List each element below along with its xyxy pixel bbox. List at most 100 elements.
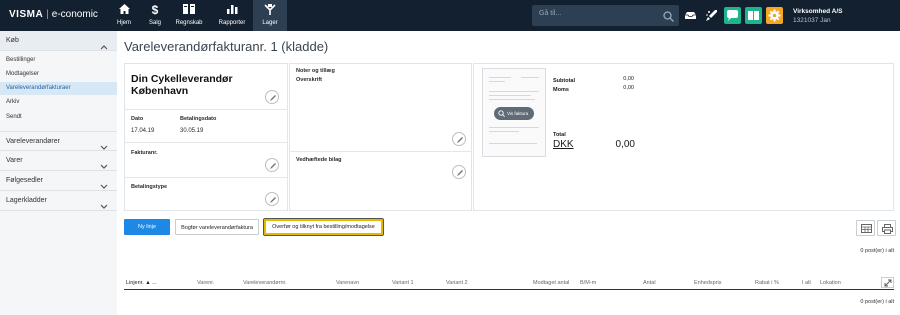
thumb-line <box>489 91 539 92</box>
column-header-modtaget-antal[interactable]: Modtaget antal <box>533 280 569 286</box>
edit-betalingstype-button[interactable] <box>265 192 279 206</box>
column-header-vareleverandornr[interactable]: Vareleverandørnr. <box>243 280 287 286</box>
total-value: 0,00 <box>615 139 635 150</box>
sidebar-item-vareleverandorfakturaer[interactable]: Vareleverandørfakturaer <box>0 82 117 95</box>
sidebar-item-sendt[interactable]: Sendt <box>0 111 117 124</box>
row-count-bottom: 0 post(er) i alt <box>860 299 894 305</box>
column-header-varenr[interactable]: Varenr. <box>197 280 214 286</box>
sidebar-section-vareleverandorer[interactable]: Vareleverandører <box>0 131 117 151</box>
sidebar-section-lagerkladder[interactable]: Lagerkladder <box>0 191 117 211</box>
column-header-antal[interactable]: Antal <box>643 280 656 286</box>
expand-table-button[interactable] <box>881 277 894 288</box>
thumb-line <box>489 99 535 100</box>
betalingstype-label: Betalingstype <box>131 184 168 190</box>
column-header-linjenr[interactable]: Linjenr. ▲ ... <box>126 280 157 286</box>
column-header-variant2[interactable]: Variant 2 <box>446 280 468 286</box>
vis-faktura-label: Vis faktura <box>507 111 529 116</box>
chat-button[interactable] <box>724 7 741 24</box>
visma-logo[interactable]: VISMA | e-conomic <box>9 9 98 20</box>
sidebar-section-label: Lagerkladder <box>6 197 47 204</box>
chevron-down-icon <box>100 197 108 215</box>
nav-rapporter[interactable]: Rapporter <box>215 0 249 31</box>
moms-label: Moms <box>553 87 569 93</box>
betalingsdato-label: Betalingsdato <box>180 116 217 122</box>
thumb-line <box>489 81 505 82</box>
betalingsdato-value: 30.05.19 <box>180 128 204 134</box>
print-button[interactable] <box>877 220 896 236</box>
total-label: Total <box>553 132 566 138</box>
column-header-lokation[interactable]: Lokation <box>820 280 841 286</box>
nav-hjem[interactable]: Hjem <box>107 0 141 31</box>
edit-attachments-button[interactable] <box>452 165 466 179</box>
divider <box>124 177 288 178</box>
subtotal-label: Subtotal <box>553 78 575 84</box>
thumb-line <box>489 127 539 128</box>
book-invoice-button[interactable]: Bogfør vareleverandørfaktura <box>175 219 259 235</box>
column-header-bm-m[interactable]: B/M-m <box>580 280 596 286</box>
sidebar-item-modtagelser[interactable]: Modtagelser <box>0 68 117 81</box>
sidebar-section-folgesedler[interactable]: Følgesedler <box>0 171 117 191</box>
nav-label: Salg <box>148 20 161 26</box>
transfer-link-button[interactable]: Overfør og tilknyt fra bestilling/modtag… <box>263 218 384 236</box>
home-icon <box>107 0 141 19</box>
printer-icon <box>882 224 893 234</box>
supplier-name: Din Cykelleverandør København <box>131 73 233 97</box>
edit-fakturanr-button[interactable] <box>265 158 279 172</box>
nav-label: Rapporter <box>218 20 246 26</box>
chevron-up-icon <box>100 37 108 55</box>
column-header-variant1[interactable]: Variant 1 <box>392 280 414 286</box>
edit-notes-button[interactable] <box>452 132 466 146</box>
search-icon[interactable] <box>663 9 674 27</box>
nav-regnskab[interactable]: Regnskab <box>172 0 206 31</box>
sidebar-item-bestillinger[interactable]: Bestillinger <box>0 54 117 67</box>
subtotal-value: 0,00 <box>623 76 634 82</box>
sidebar-section-label: Vareleverandører <box>6 138 60 145</box>
help-book-button[interactable] <box>745 7 762 24</box>
thumb-line <box>489 95 531 96</box>
search-input[interactable]: Gå til... <box>532 5 679 26</box>
table-view-button[interactable] <box>856 220 875 236</box>
vis-faktura-button[interactable]: Vis faktura <box>494 107 534 120</box>
column-header-varenavn[interactable]: Varenavn <box>336 280 359 286</box>
moms-value: 0,00 <box>623 85 634 91</box>
pencil-icon <box>457 137 463 143</box>
divider <box>124 109 288 110</box>
vedhaeftede-label: Vedhæftede bilag <box>296 157 342 163</box>
company-menu[interactable]: Virksomhed A/S 1321037 Jan <box>793 7 843 25</box>
edit-supplier-button[interactable] <box>265 90 279 104</box>
expand-icon <box>884 279 892 287</box>
fakturanr-label: Fakturanr. <box>131 150 158 156</box>
pencil-icon <box>457 170 463 176</box>
sidebar-item-arkiv[interactable]: Arkiv <box>0 96 117 109</box>
inbox-icon <box>685 12 696 19</box>
inbox-button[interactable] <box>682 7 699 24</box>
currency-link[interactable]: DKK <box>553 139 574 150</box>
grid-icon <box>861 224 872 233</box>
sidebar-section-varer[interactable]: Varer <box>0 151 117 171</box>
sidebar-section-label: Følgesedler <box>6 177 43 184</box>
rocket-button[interactable] <box>703 7 720 24</box>
thumb-line <box>489 77 511 78</box>
new-line-button[interactable]: Ny linje <box>124 219 170 235</box>
chat-icon <box>727 10 738 21</box>
rocket-icon <box>706 10 717 21</box>
sidebar: Køb Bestillinger Modtagelser Vareleveran… <box>0 31 117 315</box>
nav-label: Hjem <box>116 20 131 26</box>
search-placeholder: Gå til... <box>539 10 562 17</box>
magnifier-icon <box>498 110 505 117</box>
column-header-enhedspris[interactable]: Enhedspris <box>694 280 722 286</box>
brand-name: VISMA <box>9 9 44 20</box>
settings-button[interactable] <box>766 7 783 24</box>
book-icon <box>748 11 759 20</box>
gear-icon <box>768 9 781 22</box>
overskrift-label: Overskrift <box>296 77 322 83</box>
column-header-i-alt[interactable]: I alt <box>802 280 811 286</box>
thumb-line <box>489 143 537 144</box>
company-user: 1321037 Jan <box>793 17 831 24</box>
nav-salg[interactable]: $ Salg <box>138 0 172 31</box>
nav-label: Regnskab <box>175 20 203 26</box>
dato-value: 17.04.19 <box>131 128 155 134</box>
nav-lager[interactable]: Lager <box>253 0 287 31</box>
sidebar-section-kob[interactable]: Køb <box>0 31 117 51</box>
column-header-rabat[interactable]: Rabat i % <box>755 280 779 286</box>
